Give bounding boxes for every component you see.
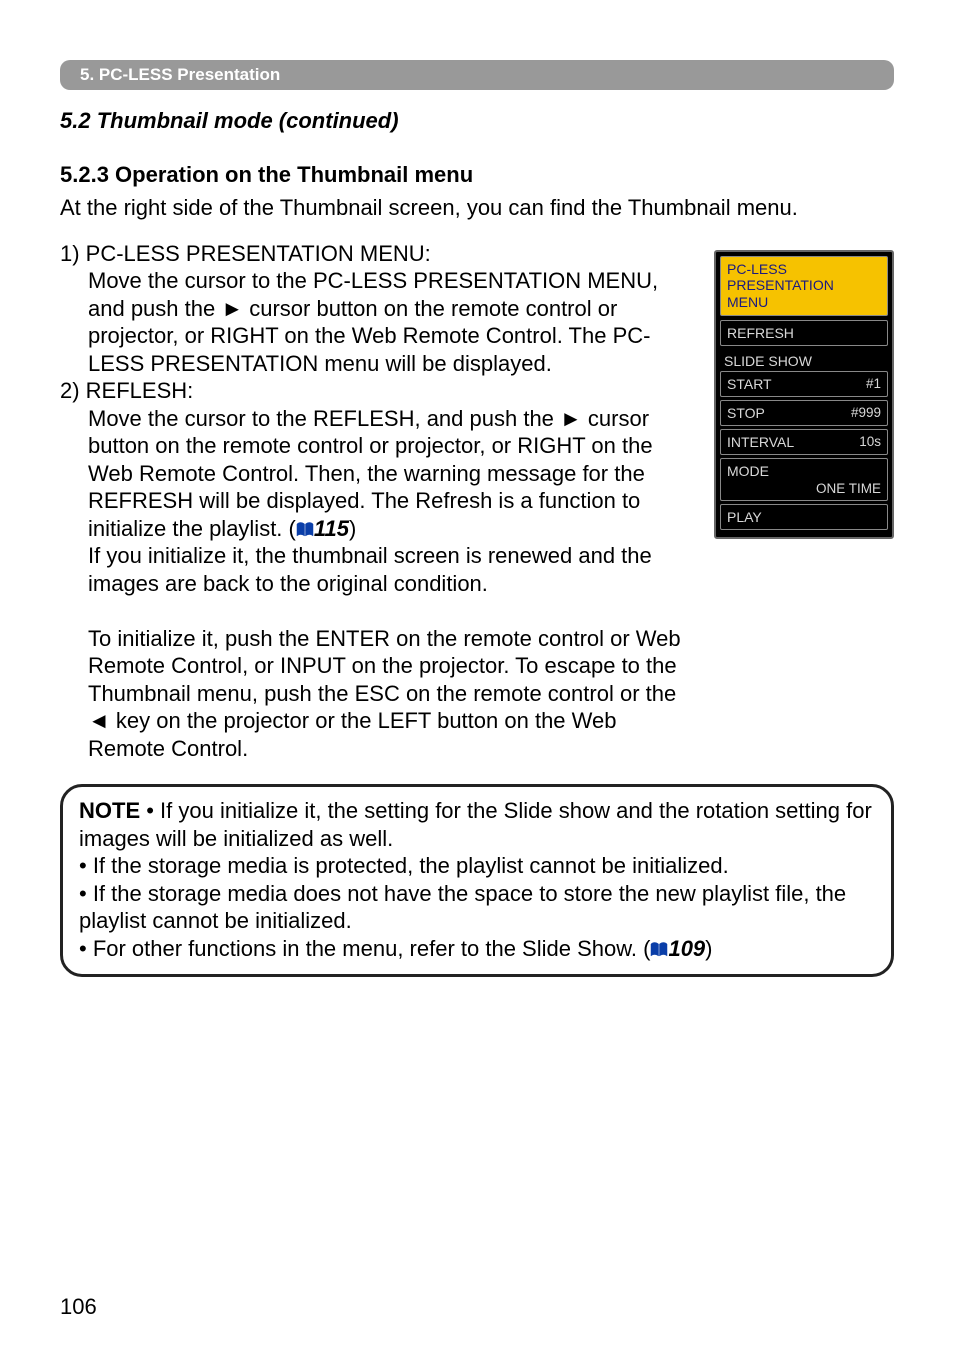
thumbnail-menu-panel: PC-LESS PRESENTATION MENU REFRESH SLIDE … (714, 250, 894, 539)
mode-label: MODE (727, 463, 769, 479)
left-column: 1) PC-LESS PRESENTATION MENU: Move the c… (60, 240, 684, 763)
start-label: START (727, 376, 772, 392)
refresh-label: REFRESH (727, 325, 794, 341)
menu-item-stop[interactable]: STOP #999 (720, 400, 888, 426)
book-icon (296, 522, 314, 538)
menu-item-refresh[interactable]: REFRESH (720, 320, 888, 346)
mode-value: ONE TIME (816, 481, 881, 496)
interval-value: 10s (859, 434, 881, 449)
section-banner: 5. PC-LESS Presentation (60, 60, 894, 90)
slideshow-group-label: SLIDE SHOW (720, 349, 888, 371)
note-box: NOTE • If you initialize it, the setting… (60, 784, 894, 977)
page-ref-115: 115 (314, 516, 349, 541)
item2-body-b: ) (349, 516, 356, 541)
menu-item-mode[interactable]: MODE ONE TIME (720, 458, 888, 501)
interval-label: INTERVAL (727, 434, 794, 450)
subsection-continued: 5.2 Thumbnail mode (continued) (60, 108, 894, 134)
item2-body-c: If you initialize it, the thumbnail scre… (88, 542, 684, 597)
stop-value: #999 (851, 405, 881, 420)
item1-body: Move the cursor to the PC-LESS PRESENTAT… (60, 267, 684, 377)
play-label: PLAY (727, 509, 762, 525)
note-b3: • If the storage media does not have the… (79, 880, 875, 935)
list-item-1: 1) PC-LESS PRESENTATION MENU: Move the c… (60, 240, 684, 378)
item2-body-d: To initialize it, push the ENTER on the … (88, 625, 684, 763)
menu-title-l1: PC-LESS (727, 261, 881, 278)
note-b4b: ) (705, 936, 712, 961)
menu-item-pcless[interactable]: PC-LESS PRESENTATION MENU (720, 256, 888, 316)
note-b4: • For other functions in the menu, refer… (79, 935, 875, 963)
intro-text: At the right side of the Thumbnail scree… (60, 194, 894, 222)
start-value: #1 (866, 376, 881, 391)
list-item-2: 2) REFLESH: Move the cursor to the REFLE… (60, 377, 684, 762)
item2-body: Move the cursor to the REFLESH, and push… (60, 405, 684, 763)
right-column: PC-LESS PRESENTATION MENU REFRESH SLIDE … (714, 240, 894, 763)
page-ref-109: 109 (668, 936, 705, 961)
note-b1: • If you initialize it, the setting for … (79, 798, 872, 851)
manual-page: 5. PC-LESS Presentation 5.2 Thumbnail mo… (0, 0, 954, 1354)
item2-head: 2) REFLESH: (60, 378, 193, 403)
section-heading: 5.2.3 Operation on the Thumbnail menu (60, 162, 894, 188)
page-number: 106 (60, 1294, 97, 1320)
book-icon (650, 942, 668, 958)
note-b2: • If the storage media is protected, the… (79, 852, 875, 880)
stop-label: STOP (727, 405, 765, 421)
note-label: NOTE (79, 798, 140, 823)
menu-item-start[interactable]: START #1 (720, 371, 888, 397)
note-b4a: • For other functions in the menu, refer… (79, 936, 650, 961)
menu-title-l3: MENU (727, 294, 881, 311)
item1-head: 1) PC-LESS PRESENTATION MENU: (60, 241, 431, 266)
menu-item-play[interactable]: PLAY (720, 504, 888, 530)
item2-body-a: Move the cursor to the REFLESH, and push… (88, 406, 653, 541)
menu-title-l2: PRESENTATION (727, 277, 881, 294)
content-columns: 1) PC-LESS PRESENTATION MENU: Move the c… (60, 240, 894, 763)
menu-item-interval[interactable]: INTERVAL 10s (720, 429, 888, 455)
banner-text: 5. PC-LESS Presentation (80, 65, 280, 84)
